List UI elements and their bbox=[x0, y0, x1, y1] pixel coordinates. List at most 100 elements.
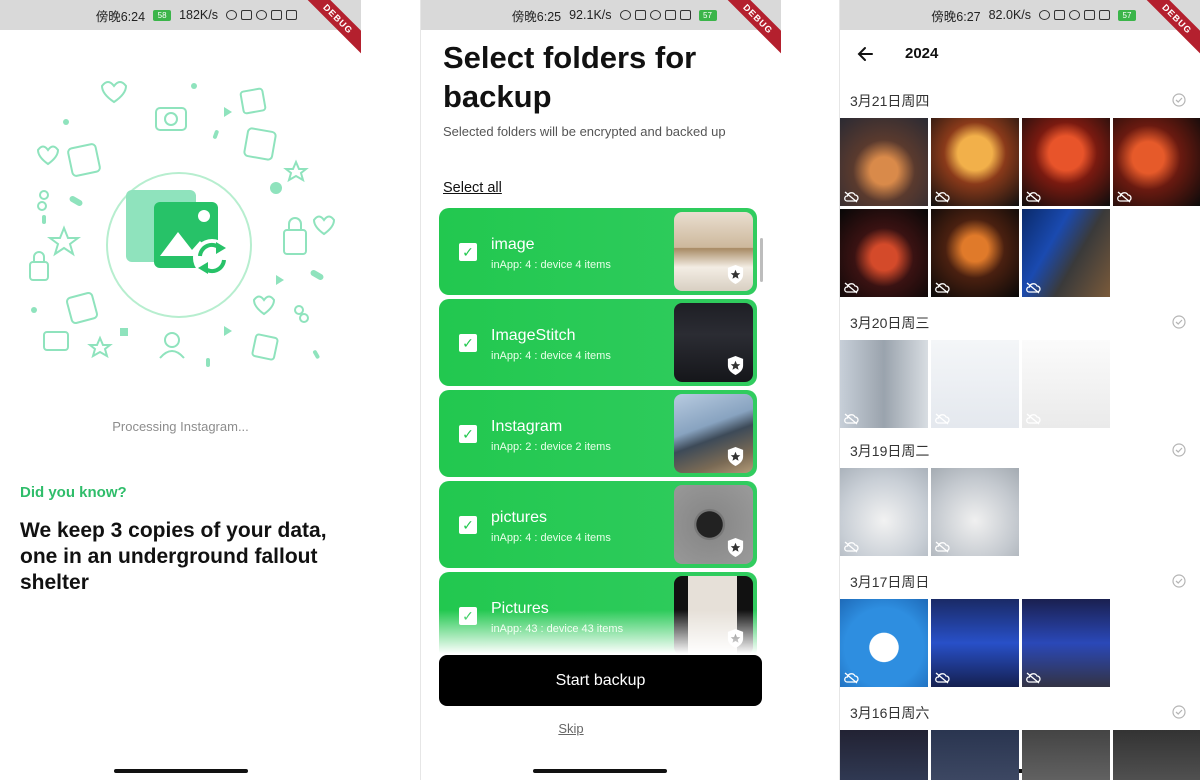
status-speed: 82.0K/s bbox=[988, 8, 1031, 22]
wifi-icon bbox=[1099, 10, 1110, 20]
shield-star-icon bbox=[727, 356, 744, 375]
folder-item-count: inApp: 2 : device 2 items bbox=[491, 441, 611, 453]
date-label: 3月17日周日 bbox=[850, 574, 930, 590]
status-battery-badge: 57 bbox=[698, 9, 717, 21]
status-bar: 傍晚6:27 82.0K/s 57 bbox=[840, 0, 1200, 30]
folder-card[interactable]: ✓ pictures inApp: 4 : device 4 items bbox=[439, 481, 757, 568]
folder-checkbox[interactable]: ✓ bbox=[459, 516, 477, 534]
photo-thumbnail[interactable] bbox=[840, 468, 928, 556]
folder-name: image bbox=[491, 236, 535, 253]
signal-icon bbox=[664, 10, 676, 20]
photo-thumbnail[interactable] bbox=[931, 468, 1019, 556]
photo-thumbnail[interactable] bbox=[1022, 340, 1110, 428]
status-bar: 傍晚6:25 92.1K/s 57 bbox=[420, 0, 781, 30]
status-icons bbox=[226, 10, 297, 20]
select-day-check-icon[interactable] bbox=[1172, 443, 1186, 457]
cloud-off-icon bbox=[935, 672, 950, 684]
select-day-check-icon[interactable] bbox=[1172, 315, 1186, 329]
alarm-icon bbox=[649, 10, 661, 20]
date-label: 3月19日周二 bbox=[850, 443, 930, 459]
status-speed: 92.1K/s bbox=[569, 8, 612, 22]
cloud-off-icon bbox=[1026, 191, 1041, 203]
photo-thumbnail[interactable] bbox=[1022, 209, 1110, 297]
screens: 傍晚6:24 58 182K/s DEBUG Processing Instag… bbox=[0, 0, 1200, 780]
cloud-off-icon bbox=[844, 282, 859, 294]
fact-text: We keep 3 copies of your data, one in an… bbox=[20, 519, 327, 594]
vibrate-icon bbox=[634, 10, 646, 20]
processing-status-text: Processing Instagram... bbox=[112, 419, 249, 434]
photo-thumbnail[interactable] bbox=[1113, 118, 1200, 206]
photo-thumbnail[interactable] bbox=[1113, 730, 1200, 780]
shield-star-icon bbox=[727, 447, 744, 466]
signal-icon bbox=[271, 10, 282, 20]
status-battery-badge: 58 bbox=[153, 9, 172, 21]
status-time: 傍晚6:25 bbox=[511, 9, 562, 24]
app-bar: 2024 bbox=[840, 30, 1200, 78]
photo-thumbnail[interactable] bbox=[1022, 730, 1110, 780]
photo-thumbnail[interactable] bbox=[931, 730, 1019, 780]
select-day-check-icon[interactable] bbox=[1172, 93, 1186, 107]
status-bar: 傍晚6:24 58 182K/s bbox=[0, 0, 361, 30]
cloud-off-icon bbox=[1026, 672, 1041, 684]
folder-name: Instagram bbox=[491, 418, 563, 435]
select-day-check-icon[interactable] bbox=[1172, 574, 1186, 588]
screen-processing: 傍晚6:24 58 182K/s DEBUG Processing Instag… bbox=[0, 0, 361, 780]
alarm-icon bbox=[256, 10, 267, 20]
select-day-check-icon[interactable] bbox=[1172, 705, 1186, 719]
photo-thumbnail[interactable] bbox=[1022, 599, 1110, 687]
cloud-off-icon bbox=[844, 672, 859, 684]
back-arrow-icon[interactable] bbox=[852, 40, 880, 68]
date-label: 3月16日周六 bbox=[850, 705, 930, 721]
photo-thumbnail[interactable] bbox=[931, 340, 1019, 428]
photo-thumbnail[interactable] bbox=[840, 599, 928, 687]
folder-checkbox[interactable]: ✓ bbox=[459, 334, 477, 352]
wifi-icon bbox=[286, 10, 297, 20]
cloud-off-icon bbox=[844, 191, 859, 203]
date-section-header: 3月17日周日 bbox=[840, 566, 1200, 596]
date-label: 3月20日周三 bbox=[850, 315, 930, 331]
page-title: Select folders for backup bbox=[443, 40, 697, 114]
cloud-off-icon bbox=[935, 413, 950, 425]
folder-list: ✓ image inApp: 4 : device 4 items ✓ ImageSti… bbox=[439, 208, 757, 654]
wifi-icon bbox=[679, 10, 691, 20]
signal-icon bbox=[1084, 10, 1095, 20]
bluetooth-icon bbox=[619, 10, 631, 20]
home-indicator-2[interactable] bbox=[533, 769, 667, 773]
list-fade-overlay bbox=[439, 610, 757, 654]
photo-thumbnail[interactable] bbox=[840, 209, 928, 297]
select-all-link[interactable]: Select all bbox=[443, 180, 502, 196]
cloud-off-icon bbox=[1026, 282, 1041, 294]
vibrate-icon bbox=[241, 10, 252, 20]
start-backup-button[interactable]: Start backup bbox=[439, 655, 762, 706]
folder-item-count: inApp: 4 : device 4 items bbox=[491, 350, 611, 362]
photo-thumbnail[interactable] bbox=[840, 730, 928, 780]
page-title: 2024 bbox=[905, 45, 939, 62]
bluetooth-icon bbox=[1039, 10, 1050, 20]
folder-card[interactable]: ✓ ImageStitch inApp: 4 : device 4 items bbox=[439, 299, 757, 386]
date-section-header: 3月19日周二 bbox=[840, 435, 1200, 465]
status-battery-badge: 57 bbox=[1118, 9, 1136, 21]
photo-thumbnail[interactable] bbox=[840, 118, 928, 206]
cloud-off-icon bbox=[1117, 191, 1132, 203]
status-icons bbox=[1039, 10, 1110, 20]
folder-checkbox[interactable]: ✓ bbox=[459, 243, 477, 261]
photo-thumbnail[interactable] bbox=[931, 599, 1019, 687]
cloud-off-icon bbox=[935, 541, 950, 553]
list-scrollbar[interactable] bbox=[760, 238, 763, 282]
folder-card[interactable]: ✓ image inApp: 4 : device 4 items bbox=[439, 208, 757, 295]
status-speed: 182K/s bbox=[179, 8, 218, 22]
photo-thumbnail[interactable] bbox=[931, 118, 1019, 206]
folder-item-count: inApp: 4 : device 4 items bbox=[491, 532, 611, 544]
photo-thumbnail[interactable] bbox=[931, 209, 1019, 297]
home-indicator[interactable] bbox=[113, 769, 248, 773]
skip-link[interactable]: Skip bbox=[361, 721, 781, 736]
folder-card[interactable]: ✓ Instagram inApp: 2 : device 2 items bbox=[439, 390, 757, 477]
photo-thumbnail[interactable] bbox=[840, 340, 928, 428]
backup-illustration bbox=[29, 81, 336, 367]
vibrate-icon bbox=[1054, 10, 1065, 20]
photo-thumbnail[interactable] bbox=[1022, 118, 1110, 206]
folder-checkbox[interactable]: ✓ bbox=[459, 425, 477, 443]
cloud-off-icon bbox=[1026, 413, 1041, 425]
cloud-off-icon bbox=[844, 413, 859, 425]
folder-item-count: inApp: 4 : device 4 items bbox=[491, 259, 611, 271]
